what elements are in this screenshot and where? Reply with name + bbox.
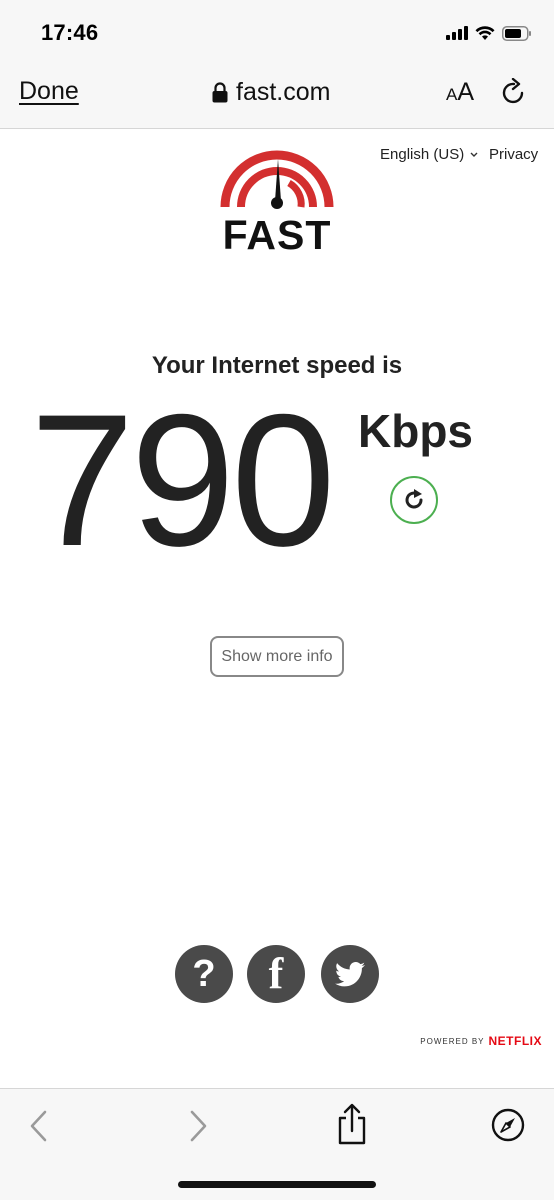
powered-by-netflix[interactable]: POWERED BY NETFLIX <box>420 1034 542 1048</box>
show-more-info-button[interactable]: Show more info <box>210 636 344 677</box>
twitter-button[interactable] <box>321 945 379 1003</box>
logo-text: FAST <box>223 212 332 255</box>
facebook-icon: f <box>268 949 284 998</box>
language-selector[interactable]: English (US) <box>380 146 478 163</box>
powered-by-label: POWERED BY <box>420 1036 485 1046</box>
done-button[interactable]: Done <box>19 77 79 106</box>
reload-icon[interactable] <box>500 78 528 108</box>
language-label: English (US) <box>380 146 465 163</box>
battery-icon <box>502 25 531 41</box>
text-size-large-label: A <box>457 78 475 106</box>
browser-top-bar: Done fast.com A A <box>0 62 554 129</box>
status-time: 17:46 <box>41 20 99 45</box>
compass-icon[interactable] <box>491 1108 525 1142</box>
wifi-icon <box>475 25 495 40</box>
chevron-down-icon <box>470 152 478 157</box>
home-indicator[interactable] <box>178 1181 376 1188</box>
share-icon[interactable] <box>336 1103 368 1145</box>
lock-icon <box>212 81 228 102</box>
refresh-icon <box>405 489 423 509</box>
fast-logo: FAST <box>220 150 334 255</box>
retest-button[interactable] <box>390 476 438 524</box>
help-button[interactable]: ? <box>175 945 233 1003</box>
help-icon: ? <box>192 953 216 995</box>
text-size-small-label: A <box>446 85 458 104</box>
address-text: fast.com <box>236 77 331 106</box>
speed-units: Kbps <box>358 405 473 457</box>
back-icon[interactable] <box>28 1109 50 1143</box>
status-bar: 17:46 <box>0 0 554 62</box>
speedometer-icon <box>220 150 334 209</box>
privacy-link[interactable]: Privacy <box>489 146 538 163</box>
forward-icon[interactable] <box>187 1109 209 1143</box>
address-bar[interactable]: fast.com <box>212 76 330 108</box>
cellular-signal-icon <box>446 26 468 40</box>
text-size-button[interactable]: A A <box>446 78 474 108</box>
facebook-button[interactable]: f <box>247 945 305 1003</box>
status-icons <box>446 22 532 44</box>
netflix-logo: NETFLIX <box>488 1034 542 1048</box>
twitter-icon <box>335 961 365 986</box>
speed-value: 790 <box>30 375 336 585</box>
